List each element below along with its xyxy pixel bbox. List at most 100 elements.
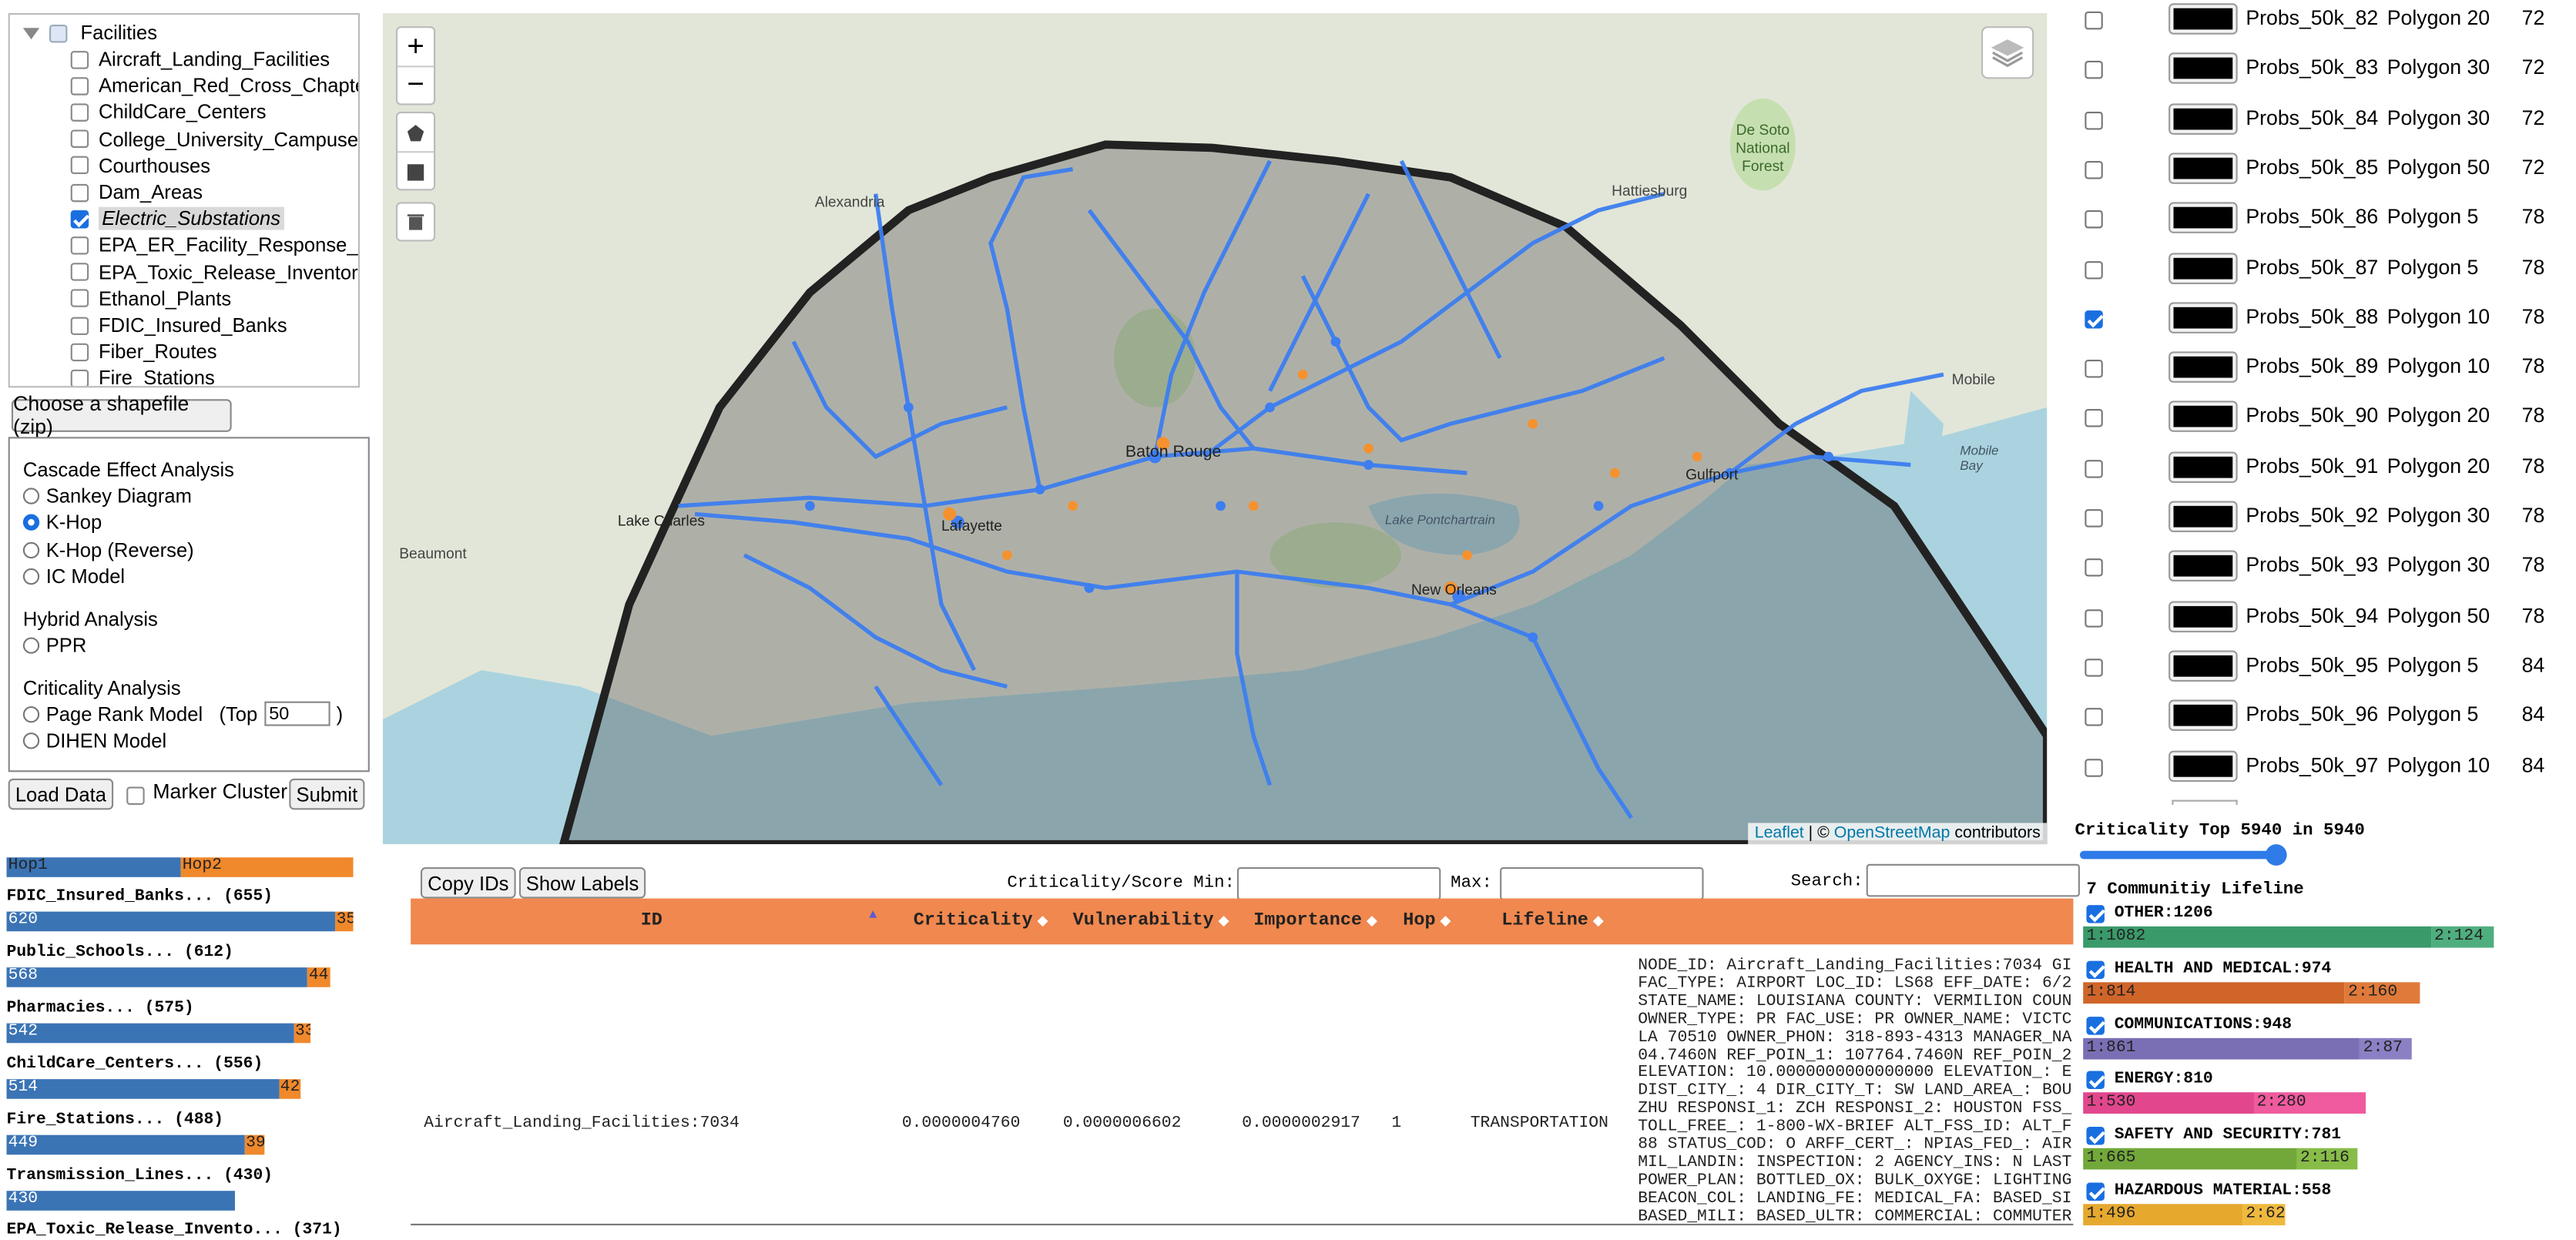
layer-checkbox[interactable] <box>2085 260 2103 279</box>
layer-checkbox[interactable] <box>2085 160 2103 179</box>
hop1-segment[interactable]: 620 <box>6 911 335 932</box>
lifeline-hop2-segment[interactable]: 2:160 <box>2344 981 2420 1004</box>
layer-checkbox[interactable] <box>2085 111 2103 129</box>
tree-item-checkbox[interactable] <box>70 76 89 96</box>
layer-color-swatch[interactable] <box>2168 749 2238 782</box>
lifeline-hop1-segment[interactable]: 1:496 <box>2083 1204 2243 1225</box>
tree-item-checkbox[interactable] <box>70 129 89 149</box>
radio-circle[interactable] <box>22 732 40 749</box>
sort-icon[interactable]: ◆ <box>1038 913 1048 930</box>
trash-icon[interactable] <box>395 202 436 242</box>
layer-color-swatch[interactable] <box>2168 202 2238 234</box>
lifeline-hop1-segment[interactable]: 1:665 <box>2083 1148 2297 1170</box>
criticality-min-input[interactable] <box>1236 867 1441 900</box>
tree-item-checkbox[interactable] <box>70 50 89 69</box>
radio-ppr[interactable]: PPR <box>22 634 87 657</box>
tree-item[interactable]: Fiber_Routes <box>70 339 217 365</box>
lifeline-hop1-segment[interactable]: 1:1082 <box>2083 926 2431 948</box>
tree-item[interactable]: Courthouses <box>70 152 210 179</box>
hop-bar[interactable]: 514 42 <box>6 1079 301 1099</box>
layer-color-swatch[interactable] <box>2168 351 2238 384</box>
tree-item-checkbox[interactable] <box>70 103 89 122</box>
tree-root[interactable]: Facilities <box>22 20 157 46</box>
hop1-segment[interactable]: 568 <box>6 967 307 987</box>
hop2-segment[interactable]: 42 <box>278 1079 301 1099</box>
layers-icon[interactable] <box>1981 26 2034 79</box>
tree-item[interactable]: American_Red_Cross_Chapter_F <box>70 72 358 99</box>
lifeline-bar[interactable]: 1:861 2:87 <box>2083 1037 2411 1059</box>
lifeline-hop1-segment[interactable]: 1:861 <box>2083 1037 2360 1059</box>
tree-item-checkbox[interactable] <box>70 316 89 334</box>
col-lifeline[interactable]: Lifeline ◆ <box>1501 912 1603 932</box>
col-hop[interactable]: Hop ◆ <box>1403 912 1451 932</box>
search-input[interactable] <box>1866 863 2080 897</box>
zoom-out-button[interactable]: − <box>397 67 434 105</box>
layer-checkbox[interactable] <box>2085 11 2103 30</box>
submit-button[interactable]: Submit <box>289 778 365 810</box>
hop-bar[interactable]: 430 <box>6 1191 234 1211</box>
hop2-segment[interactable]: 44 <box>307 967 330 987</box>
tree-item[interactable]: Aircraft_Landing_Facilities <box>70 46 330 72</box>
lifeline-hop2-segment[interactable]: 2:87 <box>2360 1037 2411 1059</box>
tree-item-checkbox[interactable] <box>70 369 89 387</box>
layer-color-swatch[interactable] <box>2168 3 2238 35</box>
hop-bar[interactable]: 568 44 <box>6 967 330 987</box>
layer-checkbox[interactable] <box>2085 310 2103 329</box>
layer-checkbox[interactable] <box>2085 459 2103 478</box>
choose-shapefile-button[interactable]: Choose a shapefile (zip) <box>11 393 232 438</box>
col-criticality[interactable]: Criticality ◆ <box>914 912 1048 932</box>
map-view[interactable]: Alexandria Hattiesburg De Soto National … <box>382 13 2048 845</box>
tree-item-checkbox[interactable] <box>70 343 89 361</box>
load-data-button[interactable]: Load Data <box>8 778 114 810</box>
lifeline-bar[interactable]: 1:496 2:62 <box>2083 1204 2286 1225</box>
sort-icon[interactable]: ◆ <box>1593 913 1603 930</box>
radio-khop-reverse[interactable]: K-Hop (Reverse) <box>22 539 194 561</box>
layer-color-swatch[interactable] <box>2168 699 2238 732</box>
lifeline-hop2-segment[interactable]: 2:124 <box>2430 926 2494 948</box>
radio-circle[interactable] <box>22 637 40 654</box>
layer-checkbox[interactable] <box>2085 61 2103 80</box>
sort-icon[interactable]: ◆ <box>1441 913 1451 930</box>
tree-item-checkbox[interactable] <box>70 236 89 255</box>
folder-checkbox[interactable] <box>49 23 68 42</box>
criticality-slider-track[interactable] <box>2079 850 2281 860</box>
marker-cluster-checkbox[interactable] <box>126 786 145 805</box>
tree-item[interactable]: College_University_Campuses <box>70 126 358 152</box>
hop1-segment[interactable]: 542 <box>6 1023 293 1044</box>
tree-item[interactable]: Ethanol_Plants <box>70 286 231 312</box>
tree-item[interactable]: Dam_Areas <box>70 179 203 205</box>
layer-color-swatch[interactable] <box>2168 152 2238 184</box>
zoom-in-button[interactable]: + <box>397 28 434 68</box>
lifeline-bar[interactable]: 1:1082 2:124 <box>2083 926 2494 948</box>
radio-khop[interactable]: K-Hop <box>22 511 102 534</box>
collapse-triangle-icon[interactable] <box>22 27 40 39</box>
layer-color-swatch[interactable] <box>2168 102 2238 135</box>
hop1-segment[interactable]: 514 <box>6 1079 279 1099</box>
layer-checkbox[interactable] <box>2085 708 2103 727</box>
sort-asc-icon[interactable]: ▲ <box>869 908 877 923</box>
show-labels-button[interactable]: Show Labels <box>518 867 646 899</box>
tree-item[interactable]: ChildCare_Centers <box>70 99 267 126</box>
top-n-input[interactable] <box>263 701 330 726</box>
radio-circle[interactable] <box>22 488 40 504</box>
hop1-segment[interactable]: 430 <box>6 1191 234 1211</box>
layer-color-swatch[interactable] <box>2168 551 2238 582</box>
leaflet-link[interactable]: Leaflet <box>1755 825 1804 843</box>
lifeline-hop1-segment[interactable]: 1:814 <box>2083 981 2345 1004</box>
hop1-segment[interactable]: 449 <box>6 1134 244 1155</box>
layer-color-swatch[interactable] <box>2168 52 2238 85</box>
col-importance[interactable]: Importance ◆ <box>1253 912 1377 932</box>
layer-color-swatch[interactable] <box>2168 401 2238 433</box>
layer-color-swatch[interactable] <box>2168 501 2238 532</box>
radio-ic-model[interactable]: IC Model <box>22 565 125 588</box>
lifeline-checkbox[interactable] <box>2086 1182 2105 1201</box>
lifeline-hop2-segment[interactable]: 2:116 <box>2296 1148 2357 1170</box>
lifeline-hop1-segment[interactable]: 1:530 <box>2083 1093 2254 1114</box>
lifeline-checkbox[interactable] <box>2086 905 2105 923</box>
criticality-slider-handle[interactable] <box>2265 844 2287 866</box>
tree-item-checkbox[interactable] <box>70 156 89 175</box>
tree-item[interactable]: Electric_Substations <box>70 206 284 232</box>
hop-bar[interactable]: 449 39 <box>6 1134 265 1155</box>
hop2-segment[interactable]: 33 <box>293 1023 311 1044</box>
layer-checkbox[interactable] <box>2085 360 2103 378</box>
